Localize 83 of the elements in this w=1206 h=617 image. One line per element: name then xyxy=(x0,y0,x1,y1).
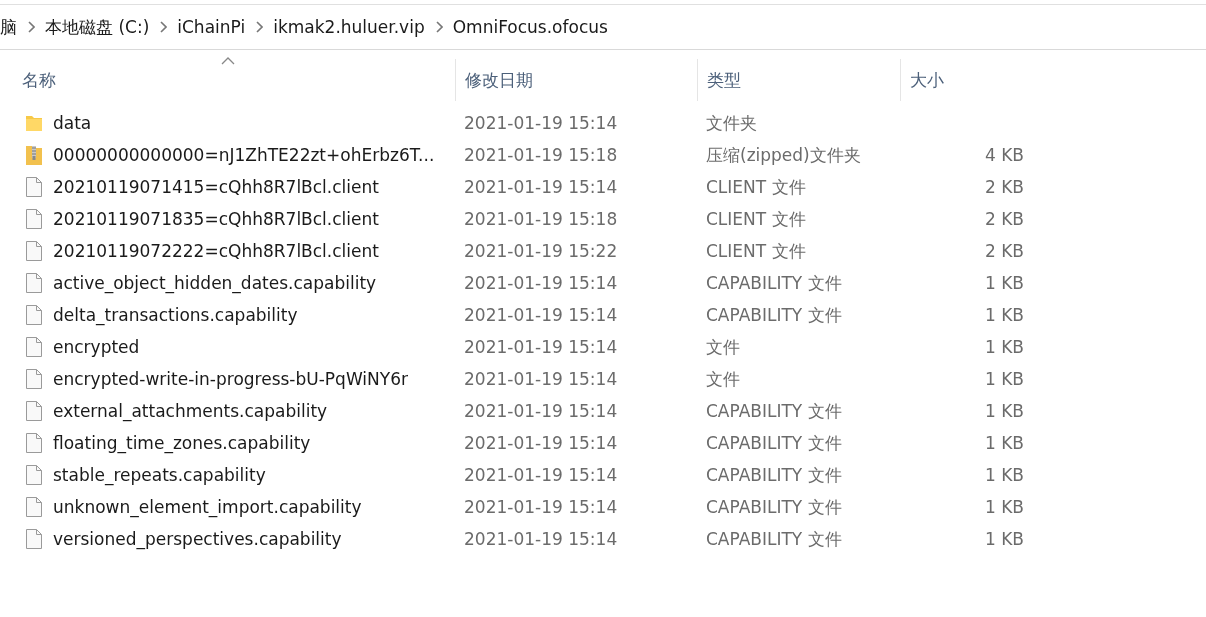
date-cell-text: 2021-01-19 15:22 xyxy=(463,241,619,261)
size-cell-text: 1 KB xyxy=(983,305,1024,325)
chevron-icon xyxy=(159,21,168,33)
folder-icon xyxy=(25,113,43,133)
date-cell-text: 2021-01-19 15:14 xyxy=(463,497,619,517)
column-header[interactable]: 大小 xyxy=(900,59,1035,101)
file-name[interactable]: delta_transactions.capability xyxy=(53,305,298,325)
type-cell-text: 文件夹 xyxy=(705,111,758,135)
column-header[interactable]: 名称 xyxy=(0,59,455,101)
type-cell-text: CLIENT 文件 xyxy=(705,239,807,263)
file-icon xyxy=(25,496,43,518)
file-name[interactable]: encrypted-write-in-progress-bU-PqWiNY6r xyxy=(53,369,408,389)
type-cell-text: CAPABILITY 文件 xyxy=(705,527,843,551)
file-name[interactable]: data xyxy=(53,113,92,133)
type-cell-text: 文件 xyxy=(705,335,741,359)
file-name[interactable]: encrypted xyxy=(53,337,140,357)
size-cell-text: 1 KB xyxy=(983,369,1024,389)
size-cell-text: 2 KB xyxy=(983,241,1024,261)
size-cell-text: 1 KB xyxy=(983,401,1024,421)
date-cell-text: 2021-01-19 15:14 xyxy=(463,433,619,453)
type-cell-text: CAPABILITY 文件 xyxy=(705,303,843,327)
date-cell-text: 2021-01-19 15:14 xyxy=(463,113,619,133)
date-cell-text: 2021-01-19 15:18 xyxy=(463,145,619,165)
size-cell-text: 2 KB xyxy=(983,209,1024,229)
file-name[interactable]: 00000000000000=nJ1ZhTE22zt+ohErbz6T... xyxy=(53,145,435,165)
type-cell-text: CAPABILITY 文件 xyxy=(705,271,843,295)
chevron-icon xyxy=(255,21,264,33)
file-icon xyxy=(25,336,43,358)
chevron-icon xyxy=(434,21,443,33)
file-name[interactable]: active_object_hidden_dates.capability xyxy=(53,273,377,293)
file-icon xyxy=(25,304,43,326)
size-cell-text: 1 KB xyxy=(983,497,1024,517)
breadcrumb-item[interactable]: iChainPi xyxy=(171,17,252,37)
size-cell-text: 1 KB xyxy=(983,337,1024,357)
zip-folder-icon xyxy=(25,144,43,166)
date-cell-text: 2021-01-19 15:14 xyxy=(463,529,619,549)
type-cell-text: CLIENT 文件 xyxy=(705,175,807,199)
file-icon xyxy=(25,400,43,422)
file-icon xyxy=(25,272,43,294)
date-cell-text: 2021-01-19 15:14 xyxy=(463,305,619,325)
file-name[interactable]: stable_repeats.capability xyxy=(53,465,266,485)
file-name[interactable]: floating_time_zones.capability xyxy=(53,433,311,453)
chevron-icon xyxy=(27,21,35,33)
file-name[interactable]: 20210119071835=cQhh8R7lBcl.client xyxy=(53,209,379,229)
date-cell-text: 2021-01-19 15:14 xyxy=(463,369,619,389)
file-name[interactable]: versioned_perspectives.capability xyxy=(53,529,342,549)
date-cell-text: 2021-01-19 15:14 xyxy=(463,337,619,357)
breadcrumb-item[interactable]: 脑 xyxy=(0,15,23,39)
size-cell-text: 4 KB xyxy=(983,145,1024,165)
date-cell-text: 2021-01-19 15:14 xyxy=(463,177,619,197)
type-cell-text: CAPABILITY 文件 xyxy=(705,431,843,455)
file-icon xyxy=(25,432,43,454)
file-icon xyxy=(25,464,43,486)
breadcrumb-item[interactable]: OmniFocus.ofocus xyxy=(446,17,614,37)
date-cell-text: 2021-01-19 15:14 xyxy=(463,465,619,485)
type-cell-text: 压缩(zipped)文件夹 xyxy=(705,143,862,167)
column-header[interactable]: 类型 xyxy=(697,59,900,101)
size-cell-text: 1 KB xyxy=(983,465,1024,485)
type-cell-text: CAPABILITY 文件 xyxy=(705,463,843,487)
file-name[interactable]: 20210119071415=cQhh8R7lBcl.client xyxy=(53,177,379,197)
type-cell-text: CAPABILITY 文件 xyxy=(705,399,843,423)
type-cell-text: 文件 xyxy=(705,367,741,391)
file-icon xyxy=(25,528,43,550)
file-icon xyxy=(25,208,43,230)
file-name[interactable]: unknown_element_import.capability xyxy=(53,497,362,517)
file-icon xyxy=(25,368,43,390)
sort-caret-icon xyxy=(220,57,235,65)
column-header[interactable]: 修改日期 xyxy=(455,59,697,101)
file-icon xyxy=(25,176,43,198)
breadcrumb-item[interactable]: 本地磁盘 (C:) xyxy=(39,15,156,39)
type-cell-text: CAPABILITY 文件 xyxy=(705,495,843,519)
size-cell-text: 1 KB xyxy=(983,529,1024,549)
size-cell-text: 1 KB xyxy=(983,433,1024,453)
type-cell-text: CLIENT 文件 xyxy=(705,207,807,231)
file-name[interactable]: external_attachments.capability xyxy=(53,401,328,421)
date-cell-text: 2021-01-19 15:14 xyxy=(463,401,619,421)
date-cell-text: 2021-01-19 15:18 xyxy=(463,209,619,229)
size-cell-text: 2 KB xyxy=(983,177,1024,197)
file-icon xyxy=(25,240,43,262)
size-cell-text: 1 KB xyxy=(983,273,1024,293)
file-name[interactable]: 20210119072222=cQhh8R7lBcl.client xyxy=(53,241,379,261)
breadcrumb-item[interactable]: ikmak2.huluer.vip xyxy=(267,17,431,37)
date-cell-text: 2021-01-19 15:14 xyxy=(463,273,619,293)
